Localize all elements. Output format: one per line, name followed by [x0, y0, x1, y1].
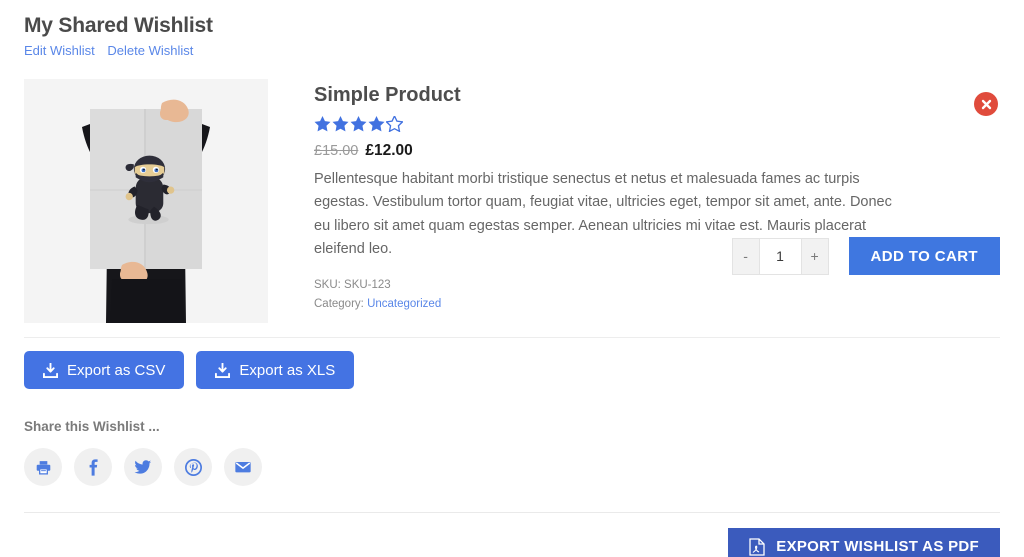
share-section-label: Share this Wishlist ... [24, 419, 160, 434]
export-xls-button[interactable]: Export as XLS [196, 351, 355, 389]
product-rating [314, 114, 1000, 133]
share-buttons [24, 448, 1000, 486]
star-empty-icon [385, 114, 404, 133]
export-pdf-button[interactable]: EXPORT WISHLIST AS PDF [728, 528, 1000, 557]
category-link[interactable]: Uncategorized [367, 298, 441, 310]
delete-wishlist-link[interactable]: Delete Wishlist [107, 43, 193, 58]
remove-item-button[interactable] [974, 92, 998, 116]
product-name: Simple Product [314, 84, 461, 106]
wishlist-item-row: Simple Product £15.00 £12.00 Pellentesque… [24, 79, 1000, 338]
pdf-file-icon [749, 537, 765, 556]
export-xls-label: Export as XLS [239, 361, 336, 379]
share-email-button[interactable] [224, 448, 262, 486]
export-csv-button[interactable]: Export as CSV [24, 351, 185, 389]
wishlist-actions: Edit Wishlist Delete Wishlist [24, 44, 1000, 57]
price-original: £15.00 [314, 143, 359, 159]
pinterest-icon [184, 458, 202, 476]
category-label: Category: [314, 298, 364, 310]
share-pinterest-button[interactable] [174, 448, 212, 486]
page-footer: EXPORT WISHLIST AS PDF [24, 512, 1000, 557]
export-pdf-label: EXPORT WISHLIST AS PDF [776, 538, 979, 555]
product-category: Category: Uncategorized [314, 295, 1000, 314]
product-sku: SKU: SKU-123 [314, 279, 391, 292]
star-filled-icon [314, 116, 331, 132]
product-details: Simple Product £15.00 £12.00 Pellentesque… [268, 79, 1000, 314]
share-twitter-button[interactable] [124, 448, 162, 486]
export-buttons: Export as CSV Export as XLS [24, 351, 1000, 389]
quantity-increase-button[interactable]: + [801, 237, 829, 275]
printer-icon [36, 460, 50, 475]
star-filled-icon [332, 116, 349, 132]
facebook-icon [89, 458, 98, 476]
quantity-decrease-button[interactable]: - [731, 237, 759, 275]
wishlist-page: My Shared Wishlist Edit Wishlist Delete … [0, 0, 1024, 557]
download-icon [43, 362, 58, 378]
edit-wishlist-link[interactable]: Edit Wishlist [24, 43, 95, 58]
envelope-icon [235, 462, 251, 473]
download-icon [215, 362, 231, 378]
product-meta: SKU: SKU-123 Category: Uncategorized [314, 276, 1000, 313]
star-filled-icon [368, 116, 385, 132]
price-sale: £12.00 [365, 142, 413, 159]
cart-controls: - + ADD TO CART [731, 237, 1000, 275]
product-image [24, 79, 268, 323]
export-csv-label: Export as CSV [67, 361, 166, 379]
close-icon [981, 99, 991, 109]
page-content: My Shared Wishlist Edit Wishlist Delete … [24, 0, 1000, 557]
product-thumbnail[interactable] [24, 79, 268, 323]
quantity-input[interactable] [758, 237, 802, 275]
add-to-cart-button[interactable]: ADD TO CART [848, 237, 1000, 275]
share-facebook-button[interactable] [74, 448, 112, 486]
share-print-button[interactable] [24, 448, 62, 486]
quantity-stepper: - + [731, 237, 829, 275]
star-filled-icon [350, 116, 367, 132]
page-title: My Shared Wishlist [24, 14, 213, 37]
product-price: £15.00 £12.00 [314, 142, 1000, 160]
twitter-icon [134, 460, 152, 474]
